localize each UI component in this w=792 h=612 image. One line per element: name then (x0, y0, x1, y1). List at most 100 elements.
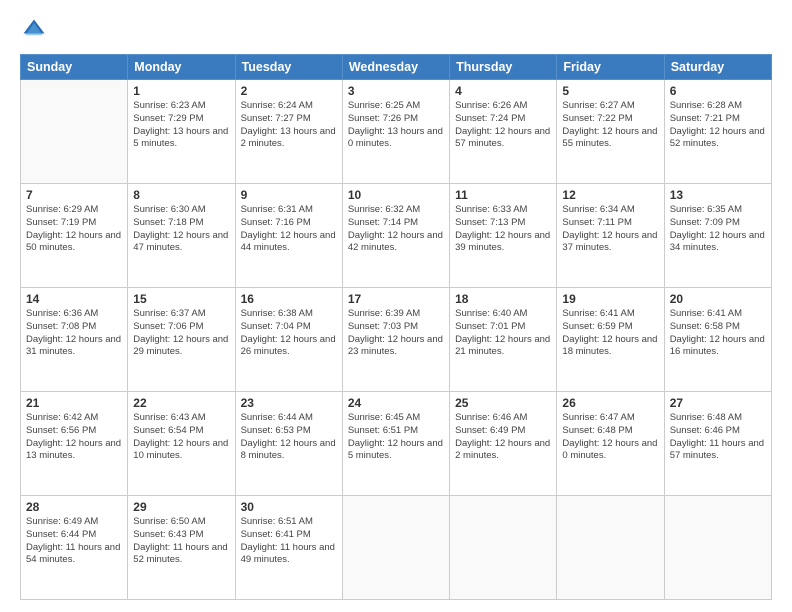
day-number: 4 (455, 84, 551, 98)
sunset-label: Sunset: 6:51 PM (348, 425, 418, 436)
sunrise-label: Sunrise: 6:38 AM (241, 308, 313, 319)
page: SundayMondayTuesdayWednesdayThursdayFrid… (0, 0, 792, 612)
sunset-label: Sunset: 6:58 PM (670, 321, 740, 332)
day-info: Sunrise: 6:41 AM Sunset: 6:58 PM Dayligh… (670, 308, 766, 359)
daylight-label: Daylight: 11 hours and 52 minutes. (133, 542, 227, 566)
logo-icon (20, 16, 48, 44)
day-info: Sunrise: 6:28 AM Sunset: 7:21 PM Dayligh… (670, 100, 766, 151)
day-info: Sunrise: 6:37 AM Sunset: 7:06 PM Dayligh… (133, 308, 229, 359)
daylight-label: Daylight: 12 hours and 2 minutes. (455, 438, 550, 462)
daylight-label: Daylight: 12 hours and 39 minutes. (455, 230, 550, 254)
day-number: 21 (26, 396, 122, 410)
calendar-cell: 16 Sunrise: 6:38 AM Sunset: 7:04 PM Dayl… (235, 288, 342, 392)
calendar-cell: 3 Sunrise: 6:25 AM Sunset: 7:26 PM Dayli… (342, 80, 449, 184)
calendar-cell: 2 Sunrise: 6:24 AM Sunset: 7:27 PM Dayli… (235, 80, 342, 184)
calendar-cell: 4 Sunrise: 6:26 AM Sunset: 7:24 PM Dayli… (450, 80, 557, 184)
daylight-label: Daylight: 12 hours and 26 minutes. (241, 334, 336, 358)
day-info: Sunrise: 6:40 AM Sunset: 7:01 PM Dayligh… (455, 308, 551, 359)
daylight-label: Daylight: 12 hours and 57 minutes. (455, 126, 550, 150)
calendar-cell: 15 Sunrise: 6:37 AM Sunset: 7:06 PM Dayl… (128, 288, 235, 392)
day-info: Sunrise: 6:51 AM Sunset: 6:41 PM Dayligh… (241, 516, 337, 567)
sunset-label: Sunset: 7:09 PM (670, 217, 740, 228)
daylight-label: Daylight: 12 hours and 13 minutes. (26, 438, 121, 462)
calendar-cell (450, 496, 557, 600)
day-number: 10 (348, 188, 444, 202)
calendar-week-row-3: 21 Sunrise: 6:42 AM Sunset: 6:56 PM Dayl… (21, 392, 772, 496)
weekday-header-saturday: Saturday (664, 55, 771, 80)
sunrise-label: Sunrise: 6:35 AM (670, 204, 742, 215)
calendar-cell (557, 496, 664, 600)
weekday-header-tuesday: Tuesday (235, 55, 342, 80)
weekday-header-monday: Monday (128, 55, 235, 80)
day-number: 30 (241, 500, 337, 514)
calendar-cell: 25 Sunrise: 6:46 AM Sunset: 6:49 PM Dayl… (450, 392, 557, 496)
sunrise-label: Sunrise: 6:36 AM (26, 308, 98, 319)
day-number: 20 (670, 292, 766, 306)
daylight-label: Daylight: 12 hours and 31 minutes. (26, 334, 121, 358)
sunset-label: Sunset: 6:44 PM (26, 529, 96, 540)
sunrise-label: Sunrise: 6:31 AM (241, 204, 313, 215)
sunrise-label: Sunrise: 6:51 AM (241, 516, 313, 527)
sunset-label: Sunset: 7:16 PM (241, 217, 311, 228)
day-info: Sunrise: 6:39 AM Sunset: 7:03 PM Dayligh… (348, 308, 444, 359)
calendar-cell: 7 Sunrise: 6:29 AM Sunset: 7:19 PM Dayli… (21, 184, 128, 288)
day-info: Sunrise: 6:47 AM Sunset: 6:48 PM Dayligh… (562, 412, 658, 463)
sunset-label: Sunset: 6:53 PM (241, 425, 311, 436)
daylight-label: Daylight: 12 hours and 10 minutes. (133, 438, 228, 462)
day-info: Sunrise: 6:46 AM Sunset: 6:49 PM Dayligh… (455, 412, 551, 463)
sunset-label: Sunset: 6:43 PM (133, 529, 203, 540)
weekday-header-thursday: Thursday (450, 55, 557, 80)
sunrise-label: Sunrise: 6:46 AM (455, 412, 527, 423)
calendar-cell: 9 Sunrise: 6:31 AM Sunset: 7:16 PM Dayli… (235, 184, 342, 288)
daylight-label: Daylight: 11 hours and 57 minutes. (670, 438, 764, 462)
day-number: 24 (348, 396, 444, 410)
daylight-label: Daylight: 12 hours and 16 minutes. (670, 334, 765, 358)
sunset-label: Sunset: 7:08 PM (26, 321, 96, 332)
daylight-label: Daylight: 12 hours and 23 minutes. (348, 334, 443, 358)
calendar-cell: 5 Sunrise: 6:27 AM Sunset: 7:22 PM Dayli… (557, 80, 664, 184)
day-number: 5 (562, 84, 658, 98)
sunset-label: Sunset: 7:14 PM (348, 217, 418, 228)
calendar-cell: 13 Sunrise: 6:35 AM Sunset: 7:09 PM Dayl… (664, 184, 771, 288)
daylight-label: Daylight: 12 hours and 47 minutes. (133, 230, 228, 254)
day-number: 12 (562, 188, 658, 202)
header (20, 16, 772, 44)
sunrise-label: Sunrise: 6:43 AM (133, 412, 205, 423)
sunset-label: Sunset: 7:21 PM (670, 113, 740, 124)
sunset-label: Sunset: 7:24 PM (455, 113, 525, 124)
calendar-cell (21, 80, 128, 184)
sunset-label: Sunset: 6:41 PM (241, 529, 311, 540)
day-info: Sunrise: 6:27 AM Sunset: 7:22 PM Dayligh… (562, 100, 658, 151)
sunset-label: Sunset: 7:03 PM (348, 321, 418, 332)
day-number: 29 (133, 500, 229, 514)
day-info: Sunrise: 6:35 AM Sunset: 7:09 PM Dayligh… (670, 204, 766, 255)
daylight-label: Daylight: 12 hours and 44 minutes. (241, 230, 336, 254)
sunset-label: Sunset: 6:59 PM (562, 321, 632, 332)
calendar-cell: 21 Sunrise: 6:42 AM Sunset: 6:56 PM Dayl… (21, 392, 128, 496)
daylight-label: Daylight: 13 hours and 2 minutes. (241, 126, 336, 150)
calendar-cell: 18 Sunrise: 6:40 AM Sunset: 7:01 PM Dayl… (450, 288, 557, 392)
sunset-label: Sunset: 7:18 PM (133, 217, 203, 228)
sunset-label: Sunset: 7:22 PM (562, 113, 632, 124)
day-info: Sunrise: 6:45 AM Sunset: 6:51 PM Dayligh… (348, 412, 444, 463)
day-number: 7 (26, 188, 122, 202)
sunset-label: Sunset: 7:06 PM (133, 321, 203, 332)
sunrise-label: Sunrise: 6:33 AM (455, 204, 527, 215)
sunrise-label: Sunrise: 6:27 AM (562, 100, 634, 111)
calendar-cell: 12 Sunrise: 6:34 AM Sunset: 7:11 PM Dayl… (557, 184, 664, 288)
daylight-label: Daylight: 12 hours and 50 minutes. (26, 230, 121, 254)
calendar-cell: 1 Sunrise: 6:23 AM Sunset: 7:29 PM Dayli… (128, 80, 235, 184)
daylight-label: Daylight: 12 hours and 55 minutes. (562, 126, 657, 150)
sunrise-label: Sunrise: 6:39 AM (348, 308, 420, 319)
sunrise-label: Sunrise: 6:37 AM (133, 308, 205, 319)
day-info: Sunrise: 6:31 AM Sunset: 7:16 PM Dayligh… (241, 204, 337, 255)
day-info: Sunrise: 6:29 AM Sunset: 7:19 PM Dayligh… (26, 204, 122, 255)
day-info: Sunrise: 6:49 AM Sunset: 6:44 PM Dayligh… (26, 516, 122, 567)
day-number: 28 (26, 500, 122, 514)
weekday-header-sunday: Sunday (21, 55, 128, 80)
day-number: 26 (562, 396, 658, 410)
day-number: 15 (133, 292, 229, 306)
sunrise-label: Sunrise: 6:29 AM (26, 204, 98, 215)
weekday-header-friday: Friday (557, 55, 664, 80)
weekday-header-row: SundayMondayTuesdayWednesdayThursdayFrid… (21, 55, 772, 80)
